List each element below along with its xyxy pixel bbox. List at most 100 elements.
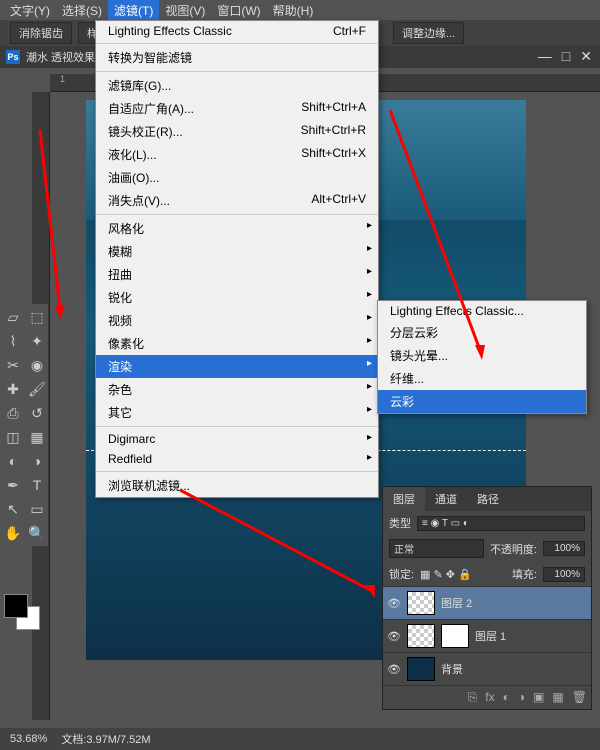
ps-icon: Ps [6,50,20,64]
submenu-item[interactable]: 纤维... [378,367,586,390]
menu-item[interactable]: Lighting Effects ClassicCtrl+F [96,21,378,41]
visibility-icon[interactable]: 👁 [387,597,401,610]
minimize-button[interactable]: — [538,48,552,65]
document-title: 潮水 透视效果 [26,49,95,65]
layer-filter-select[interactable]: ≡ ◉ T ▭ ◐ [417,516,585,531]
menu-help[interactable]: 帮助(H) [267,0,320,21]
pen-tool-icon[interactable]: ✒ [2,474,24,496]
gradient-tool-icon[interactable]: ▦ [26,426,48,448]
menu-item[interactable]: 液化(L)...Shift+Ctrl+X [96,143,378,166]
menu-item[interactable]: Redfield [96,449,378,469]
tab-paths[interactable]: 路径 [467,487,509,511]
move-tool-icon[interactable]: ▱ [2,306,24,328]
menu-text[interactable]: 文字(Y) [4,0,56,21]
fx-icon[interactable]: fx [485,690,494,705]
mask-thumb[interactable] [441,624,469,648]
menu-view[interactable]: 视图(V) [159,0,211,21]
mask-icon[interactable]: ◐ [503,690,510,705]
menu-item[interactable]: 模糊 [96,240,378,263]
blur-tool-icon[interactable]: ◐ [2,450,24,472]
menu-item[interactable]: 消失点(V)...Alt+Ctrl+V [96,189,378,212]
status-bar: 53.68% 文档:3.97M/7.52M [0,728,600,750]
shape-tool-icon[interactable]: ▭ [26,498,48,520]
menu-item[interactable]: 扭曲 [96,263,378,286]
layers-panel: 图层 通道 路径 类型 ≡ ◉ T ▭ ◐ 正常 不透明度: 100% 锁定: … [382,486,592,710]
menu-item[interactable]: 渲染 [96,355,378,378]
menu-window[interactable]: 窗口(W) [211,0,266,21]
menu-item[interactable]: 像素化 [96,332,378,355]
adjustment-icon[interactable]: ◑ [518,690,525,705]
eyedropper-tool-icon[interactable]: ◉ [26,354,48,376]
menu-item[interactable]: 浏览联机滤镜... [96,474,378,497]
eraser-tool-icon[interactable]: ◫ [2,426,24,448]
wand-tool-icon[interactable]: ✦ [26,330,48,352]
visibility-icon[interactable]: 👁 [387,630,401,643]
maximize-button[interactable]: □ [562,48,570,65]
submenu-item[interactable]: 分层云彩 [378,321,586,344]
lasso-tool-icon[interactable]: ⌇ [2,330,24,352]
doc-size: 文档:3.97M/7.52M [61,731,150,747]
menu-item[interactable]: 油画(O)... [96,166,378,189]
submenu-item[interactable]: 镜头光晕... [378,344,586,367]
marquee-tool-icon[interactable]: ⬚ [26,306,48,328]
layer-row[interactable]: 👁 图层 2 [383,586,591,619]
tab-channels[interactable]: 通道 [425,487,467,511]
menu-item[interactable]: 杂色 [96,378,378,401]
stamp-tool-icon[interactable]: ⎙ [2,402,24,424]
type-tool-icon[interactable]: T [26,474,48,496]
zoom-level[interactable]: 53.68% [10,733,47,745]
submenu-item[interactable]: 云彩 [378,390,586,413]
render-submenu: Lighting Effects Classic...分层云彩镜头光晕...纤维… [377,300,587,414]
group-icon[interactable]: ▣ [533,690,544,705]
tab-layers[interactable]: 图层 [383,487,425,511]
main-menubar[interactable]: 文字(Y) 选择(S) 滤镜(T) 视图(V) 窗口(W) 帮助(H) [0,0,600,20]
layer-name[interactable]: 图层 2 [441,595,472,611]
blend-mode-select[interactable]: 正常 [389,539,484,558]
menu-item[interactable]: Digimarc [96,429,378,449]
submenu-item[interactable]: Lighting Effects Classic... [378,301,586,321]
menu-select[interactable]: 选择(S) [56,0,108,21]
hand-tool-icon[interactable]: ✋ [2,522,24,544]
menu-filter[interactable]: 滤镜(T) [108,0,159,21]
path-select-icon[interactable]: ↖ [2,498,24,520]
menu-item[interactable]: 风格化 [96,217,378,240]
menu-item[interactable]: 转换为智能滤镜 [96,46,378,69]
layer-thumb[interactable] [407,657,435,681]
menu-item[interactable]: 镜头校正(R)...Shift+Ctrl+R [96,120,378,143]
refine-edge-button[interactable]: 调整边缘... [393,22,464,44]
lock-icons[interactable]: ▦ ✎ ✥ 🔒 [420,568,506,581]
menu-item[interactable]: 其它 [96,401,378,424]
history-brush-icon[interactable]: ↺ [26,402,48,424]
menu-item[interactable]: 锐化 [96,286,378,309]
layer-row[interactable]: 👁 图层 1 [383,619,591,652]
trash-icon[interactable]: 🗑 [572,690,587,705]
visibility-icon[interactable]: 👁 [387,663,401,676]
layer-name[interactable]: 背景 [441,661,463,677]
lock-label: 锁定: [389,566,414,582]
layer-thumb[interactable] [407,624,435,648]
new-layer-icon[interactable]: ▦ [552,690,563,705]
color-swatches[interactable] [4,594,42,632]
foreground-swatch[interactable] [4,594,28,618]
layer-kind-label: 类型 [389,515,411,531]
layers-bottom-bar: ⎘ fx ◐ ◑ ▣ ▦ 🗑 [383,685,591,709]
brush-tool-icon[interactable]: 🖌 [26,378,48,400]
menu-item[interactable]: 视频 [96,309,378,332]
crop-tool-icon[interactable]: ✂ [2,354,24,376]
window-controls: — □ ✕ [538,48,592,65]
layer-name[interactable]: 图层 1 [475,628,506,644]
antialias-button[interactable]: 消除锯齿 [10,22,72,44]
fill-value[interactable]: 100% [543,567,585,582]
close-button[interactable]: ✕ [580,48,592,65]
filter-menu-dropdown: Lighting Effects ClassicCtrl+F 转换为智能滤镜滤镜库… [95,20,379,498]
layer-thumb[interactable] [407,591,435,615]
healing-tool-icon[interactable]: ✚ [2,378,24,400]
menu-item[interactable]: 自适应广角(A)...Shift+Ctrl+A [96,97,378,120]
menu-item[interactable]: 滤镜库(G)... [96,74,378,97]
zoom-tool-icon[interactable]: 🔍 [26,522,48,544]
opacity-value[interactable]: 100% [543,541,585,556]
dodge-tool-icon[interactable]: ◑ [26,450,48,472]
link-layers-icon[interactable]: ⎘ [468,690,478,705]
toolbox: ▱ ⬚ ⌇ ✦ ✂ ◉ ✚ 🖌 ⎙ ↺ ◫ ▦ ◐ ◑ ✒ T ↖ ▭ ✋ 🔍 [0,304,48,546]
layer-row[interactable]: 👁 背景 [383,652,591,685]
